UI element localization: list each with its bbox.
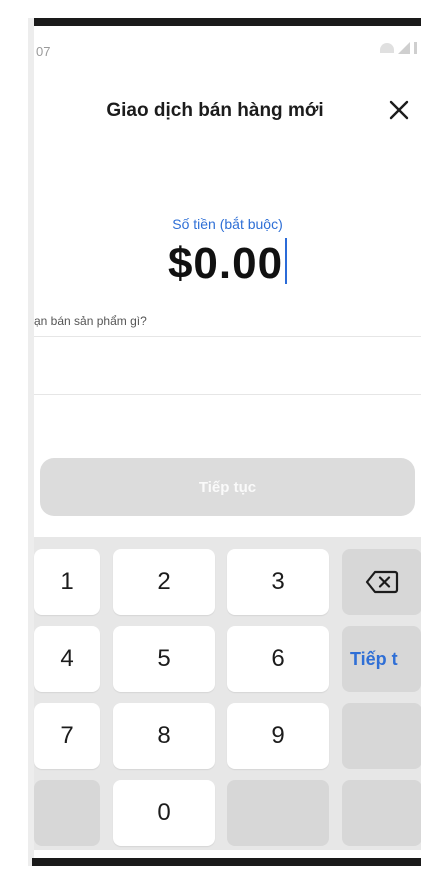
backspace-key[interactable] (342, 549, 421, 615)
numeric-keypad: 1 2 3 4 5 6 Tiếp t 7 8 9 0 (34, 537, 421, 850)
signal-icon (398, 42, 410, 54)
status-icons (380, 42, 417, 54)
key-6[interactable]: 6 (227, 626, 329, 692)
key-2[interactable]: 2 (113, 549, 215, 615)
key-1[interactable]: 1 (34, 549, 100, 615)
key-5[interactable]: 5 (113, 626, 215, 692)
battery-icon (414, 42, 417, 54)
keypad-blank-key (227, 780, 329, 846)
close-icon[interactable] (385, 96, 413, 124)
status-bar: 07 (34, 30, 421, 70)
amount-label: Số tiền (bắt buộc) (172, 216, 283, 232)
key-0[interactable]: 0 (113, 780, 215, 846)
key-7[interactable]: 7 (34, 703, 100, 769)
key-9[interactable]: 9 (227, 703, 329, 769)
continue-button[interactable]: Tiếp tục (40, 458, 415, 516)
backspace-icon (365, 570, 399, 594)
amount-input[interactable]: $0.00 (34, 238, 421, 289)
divider (34, 336, 421, 337)
key-8[interactable]: 8 (113, 703, 215, 769)
divider (34, 394, 421, 395)
key-3[interactable]: 3 (227, 549, 329, 615)
keypad-blank-key (342, 780, 421, 846)
key-4[interactable]: 4 (34, 626, 100, 692)
amount-value: $0.00 (167, 239, 284, 288)
wifi-icon (380, 43, 394, 53)
device-frame-top (32, 18, 421, 26)
device-frame-bottom (32, 858, 421, 866)
keypad-next-button[interactable]: Tiếp t (342, 626, 421, 692)
text-cursor (285, 238, 288, 284)
product-field[interactable]: ạn bán sản phẩm gì? (34, 314, 147, 328)
keypad-blank-key (34, 780, 100, 846)
status-time: 07 (36, 44, 51, 59)
page-title: Giao dịch bán hàng mới (106, 100, 324, 121)
keypad-blank-key (342, 703, 421, 769)
